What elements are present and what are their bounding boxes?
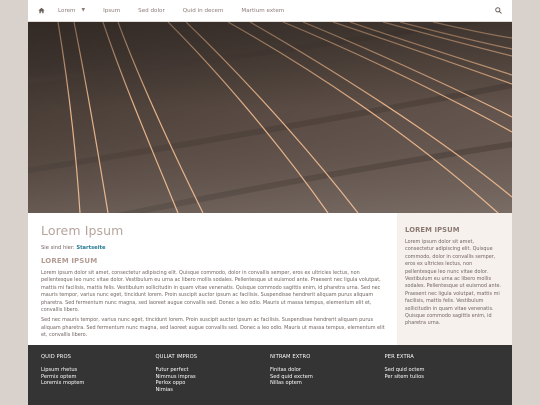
footer-link[interactable]: Sed quid octem [385, 367, 500, 374]
breadcrumb: Sie sind hier: Startseite [41, 245, 391, 251]
footer-link[interactable]: Nimmus impras [156, 374, 271, 381]
footer-link[interactable]: Nillas optem [270, 380, 385, 387]
content-area: Lorem Ipsum Sie sind hier: Startseite LO… [28, 213, 512, 345]
footer-link[interactable]: Lipsum rhetus [41, 367, 156, 374]
footer-link[interactable]: Nimias [156, 387, 271, 394]
breadcrumb-prefix: Sie sind hier: [41, 245, 75, 251]
search-button[interactable] [488, 0, 508, 22]
footer-column: PER EXTRA Sed quid octem Per sitem tulio… [385, 354, 500, 405]
footer-link[interactable]: Futur perfect [156, 367, 271, 374]
section-title: LOREM IPSUM [41, 257, 98, 265]
nav-item-label: Lorem [58, 7, 76, 14]
aside-title: LOREM IPSUM [405, 226, 460, 234]
nav-item-quid-in-decem[interactable]: Quid in decem [174, 0, 233, 22]
nav-item-lorem[interactable]: Lorem ▼ [50, 0, 94, 22]
footer-heading: PER EXTRA [384, 354, 414, 360]
body-paragraph: Sed nec mauris tempor, varius nunc eget,… [41, 317, 385, 339]
nav-item-martium-extem[interactable]: Martium extem [232, 0, 293, 22]
main-column: Lorem Ipsum Sie sind hier: Startseite LO… [41, 223, 391, 340]
footer-heading: QULIAT IMPROS [155, 354, 198, 360]
chevron-down-icon: ▼ [81, 8, 86, 13]
footer-link[interactable]: Sed quid exctem [270, 374, 385, 381]
footer-link[interactable]: Permix optem [41, 374, 156, 381]
footer-link[interactable]: Per sitem tulios [385, 374, 500, 381]
footer-heading: NITRAM EXTRO [270, 354, 311, 360]
home-button[interactable] [32, 0, 50, 22]
footer-column: QULIAT IMPROS Futur perfect Nimmus impra… [156, 354, 271, 405]
home-icon [37, 7, 45, 14]
breadcrumb-link-home[interactable]: Startseite [76, 245, 105, 251]
sidebar-aside: LOREM IPSUM Lorem ipsum dolor sit amet, … [397, 213, 512, 345]
hero-image [28, 22, 512, 213]
footer-heading: QUID PROS [41, 354, 72, 360]
top-navbar: Lorem ▼ Ipsum Sed dolor Quid in decem Ma… [28, 0, 512, 22]
footer-link[interactable]: Finitas dolor [270, 367, 385, 374]
search-icon [494, 7, 502, 14]
page-title: Lorem Ipsum [41, 223, 124, 238]
footer: QUID PROS Lipsum rhetus Permix optem Lor… [28, 345, 512, 405]
nav-item-sed-dolor[interactable]: Sed dolor [129, 0, 174, 22]
aside-text: Lorem ipsum dolor sit amet, consectetur … [405, 239, 502, 327]
nav-item-ipsum[interactable]: Ipsum [94, 0, 129, 22]
footer-column: NITRAM EXTRO Finitas dolor Sed quid exct… [270, 354, 385, 405]
footer-link[interactable]: Perlox oppo [156, 380, 271, 387]
footer-column: QUID PROS Lipsum rhetus Permix optem Lor… [41, 354, 156, 405]
footer-link[interactable]: Loremix moptem [41, 380, 156, 387]
body-paragraph: Lorem ipsum dolor sit amet, consectetur … [41, 270, 381, 314]
